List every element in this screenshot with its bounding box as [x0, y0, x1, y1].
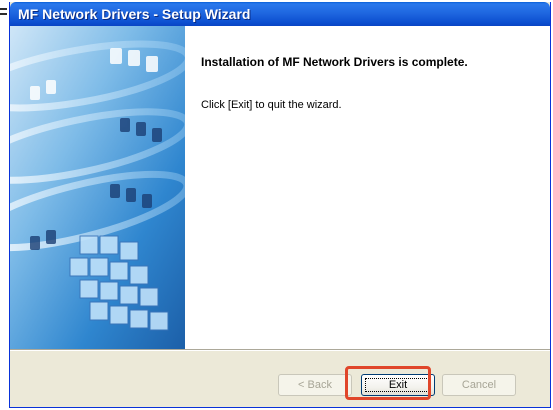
- window-title: MF Network Drivers - Setup Wizard: [18, 6, 251, 22]
- completion-heading: Installation of MF Network Drivers is co…: [201, 55, 468, 69]
- setup-wizard-window: MF Network Drivers - Setup Wizard Instal…: [9, 2, 551, 408]
- button-separator: [10, 349, 550, 351]
- exit-button[interactable]: Exit: [361, 374, 435, 396]
- title-bar[interactable]: MF Network Drivers - Setup Wizard: [10, 2, 550, 26]
- edge-mark: [0, 8, 8, 22]
- wizard-content: Installation of MF Network Drivers is co…: [10, 26, 550, 349]
- cancel-button[interactable]: Cancel: [442, 374, 516, 396]
- wizard-banner-image: [10, 26, 185, 349]
- back-button[interactable]: < Back: [278, 374, 352, 396]
- exit-instruction: Click [Exit] to quit the wizard.: [201, 99, 342, 111]
